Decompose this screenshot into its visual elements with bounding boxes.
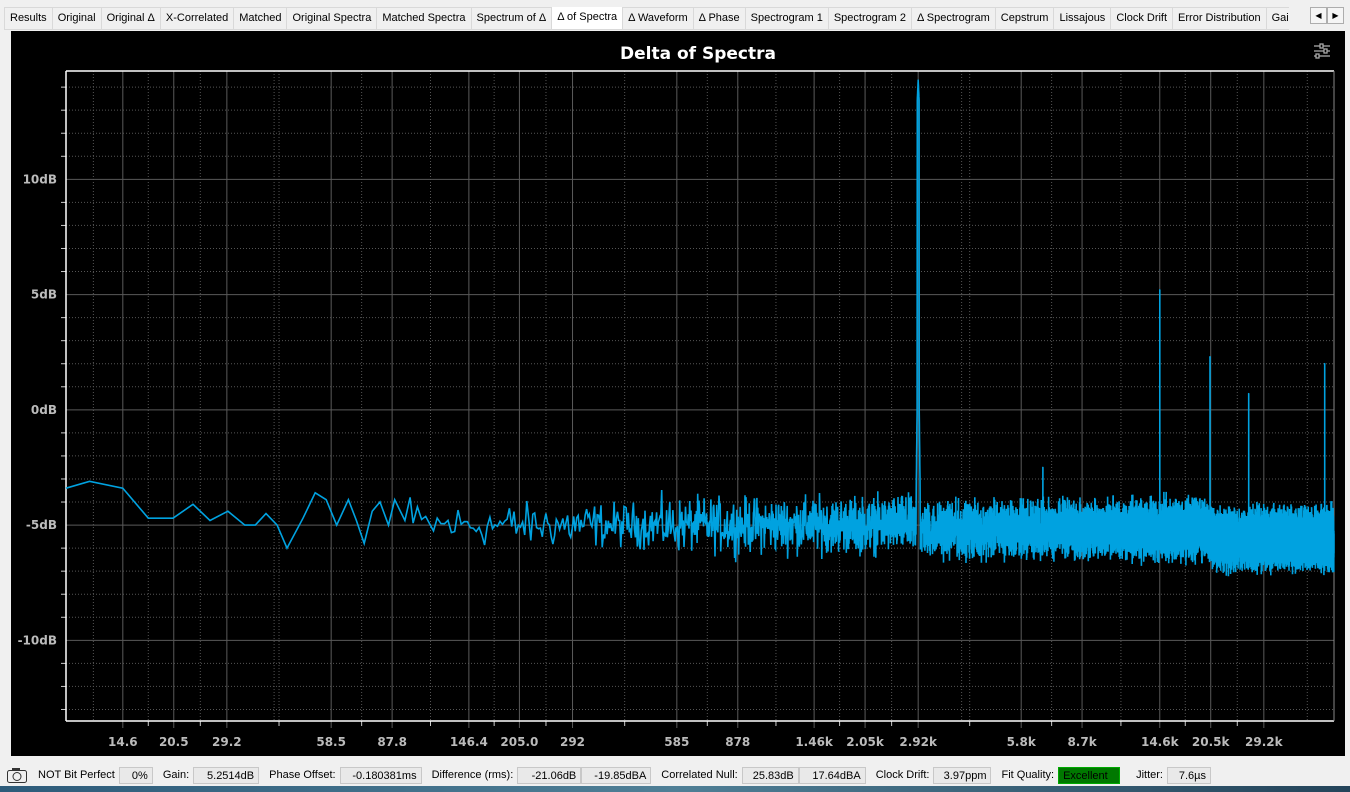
chart-panel: Delta of Spectra 10dB 5dB 0dB -5dB -10dB 14.6 2… <box>11 31 1345 756</box>
jitter-label: Jitter: <box>1136 769 1163 781</box>
correlated-null-db: 25.83dB <box>741 766 799 784</box>
x-tick-label: 29.2k <box>1245 735 1284 749</box>
gain-label: Gain: <box>162 769 190 781</box>
tab-13[interactable]: Δ Spectrogram <box>910 7 996 29</box>
peak-marker <box>1247 392 1250 395</box>
y-tick-label: -10dB <box>18 633 57 647</box>
peak-marker <box>1323 362 1326 365</box>
tab-15[interactable]: Lissajous <box>1053 7 1112 29</box>
x-tick-label: 146.4 <box>450 735 488 749</box>
fit-quality-label: Fit Quality: <box>1001 769 1055 781</box>
chart-title: Delta of Spectra <box>620 44 776 64</box>
x-tick-label: 14.6 <box>108 735 138 749</box>
tab-8[interactable]: Δ of Spectra <box>551 7 624 29</box>
tab-6[interactable]: Matched Spectra <box>376 7 472 29</box>
tab-12[interactable]: Spectrogram 2 <box>827 7 912 29</box>
camera-icon[interactable] <box>6 766 28 784</box>
x-tick-label: 20.5k <box>1192 735 1231 749</box>
y-tick-label: 5dB <box>31 288 57 302</box>
x-tick-label: 8.7k <box>1067 735 1097 749</box>
x-tick-label: 292 <box>560 735 585 749</box>
phase-offset-value: -0.180381ms <box>339 766 422 784</box>
fit-quality-value: Excellent <box>1058 766 1121 784</box>
peak-marker <box>1158 289 1161 291</box>
clock-drift-label: Clock Drift: <box>875 769 930 781</box>
x-tick-label: 2.05k <box>846 735 885 749</box>
status-bar: NOT Bit Perfect 0% Gain: 5.2514dB Phase … <box>0 764 1350 786</box>
clock-drift-value: 3.97ppm <box>933 766 992 784</box>
x-tick-label: 14.6k <box>1141 735 1180 749</box>
x-tick-label: 878 <box>725 735 750 749</box>
tab-1[interactable]: Original <box>51 7 102 29</box>
bit-perfect-label: NOT Bit Perfect <box>38 769 115 781</box>
x-tick-label: 585 <box>664 735 689 749</box>
correlated-null-dba: 17.64dBA <box>798 766 866 784</box>
gain-value: 5.2514dB <box>193 766 260 784</box>
tab-11[interactable]: Spectrogram 1 <box>744 7 829 29</box>
x-tick-label: 87.8 <box>377 735 407 749</box>
tab-0[interactable]: Results <box>4 7 53 29</box>
x-tick-label: 20.5 <box>159 735 189 749</box>
peak-marker <box>917 79 919 82</box>
y-tick-label: 10dB <box>23 172 57 186</box>
tab-17[interactable]: Error Distribution <box>1172 7 1267 29</box>
phase-offset-label: Phase Offset: <box>269 769 336 781</box>
tab-3[interactable]: X-Correlated <box>159 7 235 29</box>
sliders-icon[interactable] <box>1313 43 1331 59</box>
delta-of-spectra-chart[interactable]: Delta of Spectra 10dB 5dB 0dB -5dB -10dB 14.6 2… <box>11 31 1345 756</box>
difference-label: Difference (rms): <box>431 769 514 781</box>
difference-db: -21.06dB <box>517 766 582 784</box>
y-tick-label: -5dB <box>26 518 57 532</box>
tab-14[interactable]: Cepstrum <box>994 7 1055 29</box>
bit-perfect-value: 0% <box>118 766 153 784</box>
tab-5[interactable]: Original Spectra <box>286 7 378 29</box>
tab-10[interactable]: Δ Phase <box>692 7 746 29</box>
y-tick-label: 0dB <box>31 403 57 417</box>
x-tick-label: 1.46k <box>795 735 834 749</box>
difference-dba: -19.85dBA <box>581 766 652 784</box>
tab-bar: Results Original Original Δ X-Correlated Mat… <box>4 7 1289 30</box>
tab-2[interactable]: Original Δ <box>100 7 161 29</box>
x-tick-label: 58.5 <box>316 735 346 749</box>
x-tick-label: 2.92k <box>899 735 938 749</box>
arrow-left-icon[interactable]: ◀ <box>1310 7 1327 24</box>
x-tick-label: 205.0 <box>500 735 538 749</box>
correlated-null-label: Correlated Null: <box>661 769 738 781</box>
tab-9[interactable]: Δ Waveform <box>622 7 694 29</box>
tab-16[interactable]: Clock Drift <box>1110 7 1174 29</box>
x-tick-label: 29.2 <box>212 735 242 749</box>
peak-marker <box>1042 466 1044 469</box>
jitter-value: 7.6µs <box>1166 766 1211 784</box>
peak-marker <box>1209 356 1211 358</box>
x-tick-label: 5.8k <box>1007 735 1037 749</box>
tab-scroll: ◀ ▶ <box>1310 7 1344 24</box>
tab-7[interactable]: Spectrum of Δ <box>470 7 553 29</box>
desktop-background <box>0 786 1350 792</box>
arrow-right-icon[interactable]: ▶ <box>1327 7 1344 24</box>
tab-4[interactable]: Matched <box>233 7 288 29</box>
tab-18[interactable]: Gain Error <box>1265 7 1289 29</box>
